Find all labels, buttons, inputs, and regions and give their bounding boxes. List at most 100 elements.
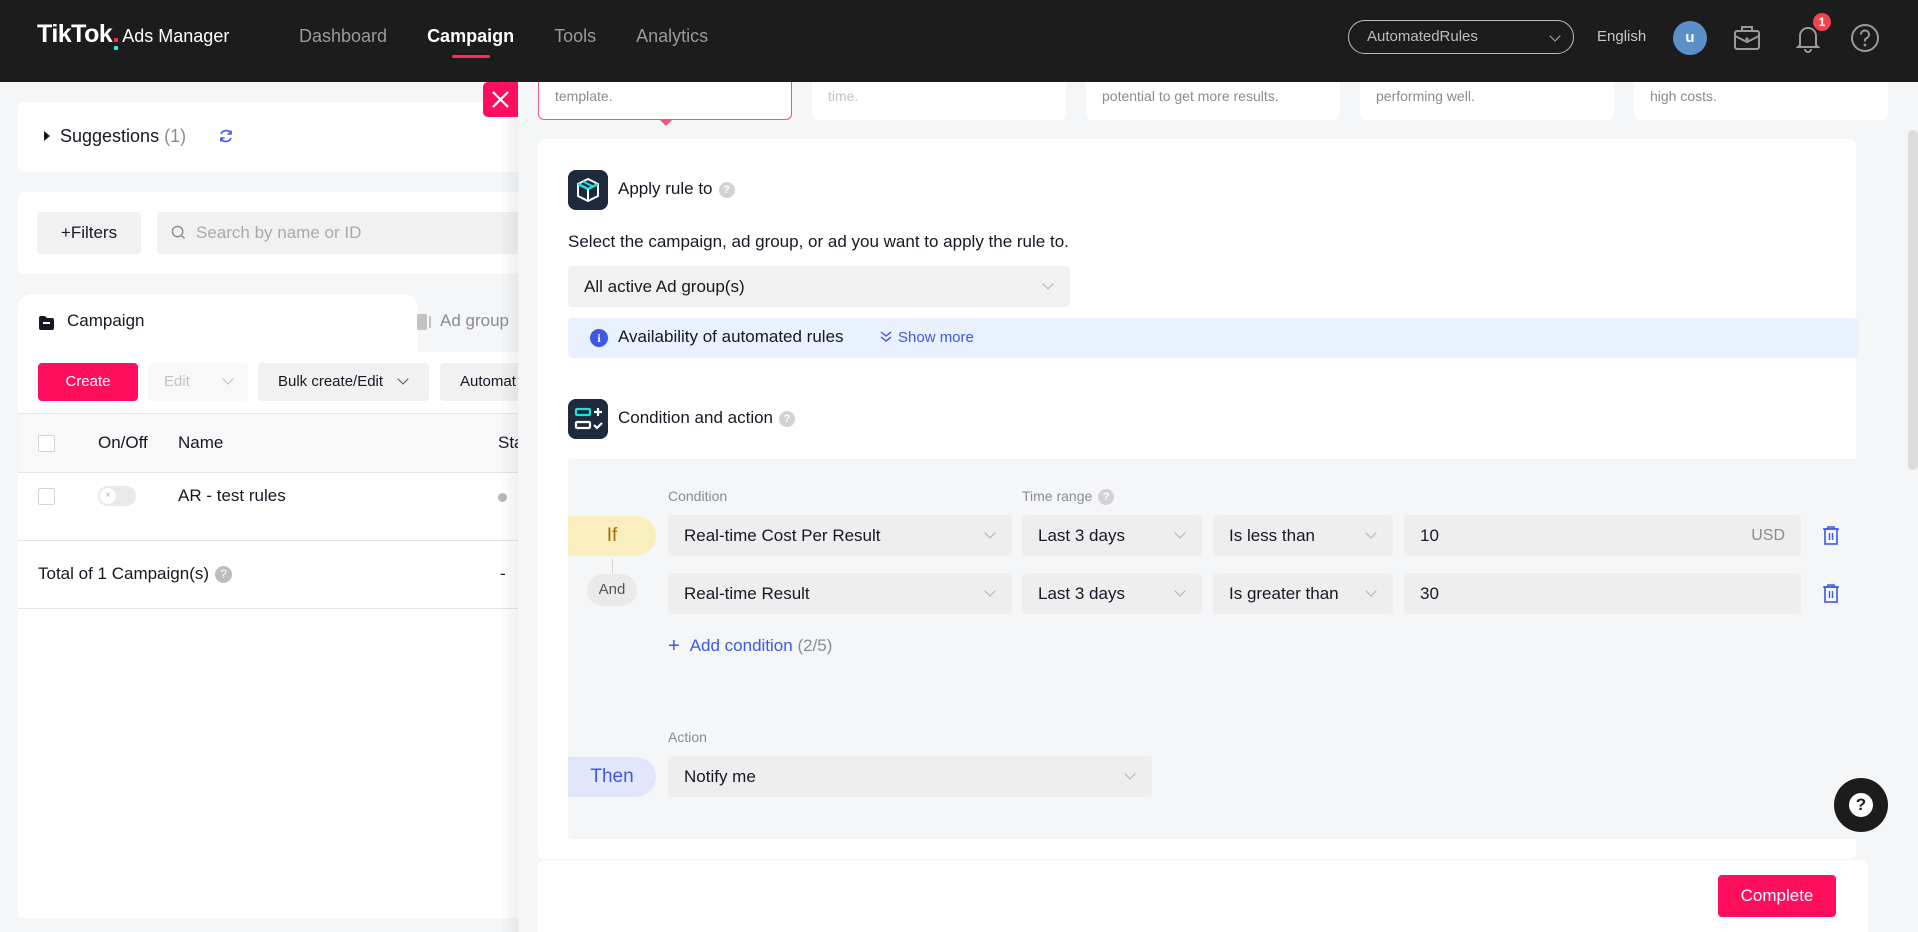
help-icon[interactable]: ? (779, 411, 796, 427)
help-center-button[interactable]: ? (1834, 778, 1888, 832)
connector-line (612, 559, 613, 573)
trash-icon[interactable] (1822, 525, 1840, 545)
threshold-input[interactable]: 30 (1404, 573, 1801, 614)
show-more-link[interactable]: Show more (880, 329, 974, 346)
currency-unit: USD (1751, 527, 1785, 544)
drawer-footer: Complete (538, 860, 1868, 932)
close-drawer-button[interactable] (483, 82, 518, 117)
time-range-value: Last 3 days (1038, 526, 1125, 545)
condition-metric-select[interactable]: Real-time Cost Per Result (668, 515, 1012, 556)
create-button[interactable]: Create (38, 363, 138, 401)
level-tabs: Campaign Ad group (18, 294, 538, 352)
complete-button[interactable]: Complete (1718, 875, 1836, 917)
template-card-text: high costs. (1650, 88, 1717, 104)
avatar[interactable]: u (1673, 21, 1707, 55)
filters-button[interactable]: +Filters (37, 212, 141, 254)
and-pill[interactable]: And (587, 574, 637, 606)
tiktok-ads-manager-logo[interactable]: TikTok Ads Manager (37, 20, 229, 50)
time-range-select[interactable]: Last 3 days (1022, 515, 1202, 556)
chevron-down-icon (1174, 585, 1186, 597)
column-name[interactable]: Name (178, 433, 223, 453)
notification-badge: 1 (1813, 13, 1831, 31)
row-checkbox[interactable] (38, 488, 55, 505)
search-input[interactable]: Search by name or ID (157, 212, 557, 254)
double-chevron-down-icon (880, 331, 892, 342)
table-row[interactable]: × AR - test rules (18, 473, 538, 541)
template-card[interactable]: potential to get more results. (1086, 82, 1340, 120)
language-selector[interactable]: English (1597, 28, 1646, 45)
select-all-checkbox[interactable] (38, 435, 55, 452)
suggestions-panel[interactable]: Suggestions (1) (18, 102, 538, 172)
template-card-text: template. (555, 88, 613, 104)
campaign-name-link[interactable]: AR - test rules (178, 486, 286, 506)
product-name: Ads Manager (122, 26, 230, 46)
briefcase-icon[interactable] (1731, 22, 1763, 54)
expand-triangle-icon[interactable] (44, 131, 50, 141)
tab-campaign-label: Campaign (67, 311, 145, 330)
bulk-label: Bulk create/Edit (278, 373, 384, 390)
chevron-down-icon (397, 373, 409, 385)
condition-action-title: Condition and action (618, 408, 774, 427)
on-off-toggle[interactable]: × (98, 486, 136, 506)
edit-button[interactable]: Edit (148, 363, 248, 401)
box-icon (568, 170, 608, 210)
template-card[interactable]: performing well. (1360, 82, 1614, 120)
condition-metric-value: Real-time Cost Per Result (684, 526, 881, 545)
time-range-select[interactable]: Last 3 days (1022, 573, 1202, 614)
chevron-down-icon (1124, 768, 1136, 780)
show-more-label: Show more (898, 329, 974, 346)
refresh-icon[interactable] (218, 128, 234, 144)
operator-value: Is less than (1229, 526, 1315, 545)
folder-icon (39, 316, 54, 330)
table-total-row: Total of 1 Campaign(s)? - (18, 541, 538, 609)
template-card-text: potential to get more results. (1102, 88, 1279, 104)
total-label: Total of 1 Campaign(s) (38, 564, 210, 583)
time-range-label: Time range (1022, 488, 1093, 504)
nav-analytics[interactable]: Analytics (636, 0, 708, 82)
template-card[interactable]: template. (538, 82, 792, 126)
threshold-input[interactable]: 10 USD (1404, 515, 1801, 556)
tab-ad-group[interactable]: Ad group (417, 311, 509, 331)
condition-action-icon (568, 399, 608, 439)
nav-tools[interactable]: Tools (554, 0, 596, 82)
chevron-down-icon (222, 373, 234, 385)
nav-campaign[interactable]: Campaign (427, 0, 514, 82)
drawer-shadow (500, 82, 518, 932)
chevron-down-icon (984, 527, 996, 539)
apply-rule-selected-value: All active Ad group(s) (584, 277, 745, 296)
nav-dashboard[interactable]: Dashboard (299, 0, 387, 82)
logo-dots (114, 38, 119, 50)
template-card[interactable]: time. (812, 82, 1066, 120)
apply-rule-select[interactable]: All active Ad group(s) (568, 266, 1070, 307)
suggestions-label: Suggestions (60, 126, 160, 146)
tab-campaign[interactable]: Campaign (18, 294, 418, 352)
condition-metric-select[interactable]: Real-time Result (668, 573, 1012, 614)
action-select[interactable]: Notify me (668, 756, 1152, 797)
bulk-create-edit-button[interactable]: Bulk create/Edit (258, 363, 429, 401)
toggle-off-icon: × (100, 488, 116, 504)
selected-caret (660, 120, 672, 126)
apply-rule-title: Apply rule to (618, 179, 713, 198)
operator-select[interactable]: Is less than (1213, 515, 1393, 556)
operator-value: Is greater than (1229, 584, 1339, 603)
template-card[interactable]: high costs. (1634, 82, 1888, 120)
help-icon[interactable]: ? (718, 182, 735, 198)
threshold-value: 30 (1420, 584, 1439, 603)
help-icon[interactable] (1849, 22, 1881, 54)
help-icon[interactable]: ? (1098, 489, 1115, 505)
suggestions-count: (1) (164, 126, 187, 146)
availability-info-banner: i Availability of automated rules Show m… (568, 318, 1858, 358)
account-name: AutomatedRules (1367, 28, 1478, 45)
question-mark-icon: ? (1849, 793, 1873, 817)
help-icon[interactable]: ? (215, 566, 233, 583)
chevron-down-icon (984, 585, 996, 597)
drawer-scrollbar[interactable] (1908, 130, 1918, 470)
rule-form-card: Apply rule to? Select the campaign, ad g… (538, 139, 1858, 859)
chevron-down-icon (1365, 527, 1377, 539)
add-condition-button[interactable]: + Add condition (2/5) (668, 635, 832, 658)
column-on-off[interactable]: On/Off (98, 433, 148, 453)
operator-select[interactable]: Is greater than (1213, 573, 1393, 614)
add-condition-label: Add condition (689, 636, 793, 655)
trash-icon[interactable] (1822, 583, 1840, 603)
account-selector[interactable]: AutomatedRules (1348, 20, 1574, 54)
